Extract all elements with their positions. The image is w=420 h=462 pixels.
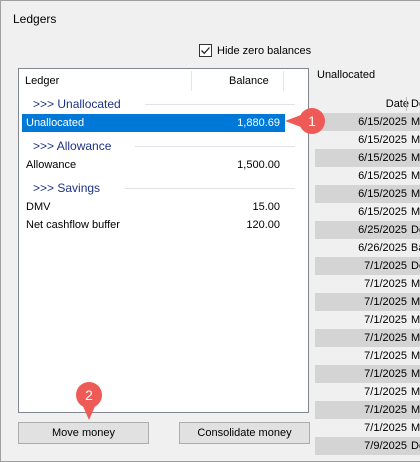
transaction-description: De	[411, 260, 420, 272]
transaction-date: 6/15/2025	[358, 170, 407, 182]
transaction-row[interactable]: 7/1/2025 Mo	[315, 275, 420, 293]
transaction-date: 7/1/2025	[364, 422, 407, 434]
ledger-row-unallocated[interactable]: Unallocated 1,880.69	[22, 114, 285, 132]
transaction-row[interactable]: 6/26/2025 Ba	[315, 239, 420, 257]
transaction-date: 7/1/2025	[364, 404, 407, 416]
transaction-date: 7/1/2025	[364, 260, 407, 272]
ledger-row-balance: 15.00	[252, 201, 280, 213]
ledger-row-balance: 1,880.69	[237, 117, 280, 129]
transaction-description: Mo	[411, 368, 420, 380]
transaction-date: 7/1/2025	[364, 350, 407, 362]
selected-ledger-label: Unallocated	[317, 69, 376, 81]
callout-badge-2: 2	[76, 382, 102, 408]
ledger-row-balance: 120.00	[246, 219, 280, 231]
transaction-row[interactable]: 7/1/2025 Mo	[315, 365, 420, 383]
checkmark-icon	[201, 47, 210, 55]
group-label: >>> Savings	[33, 181, 101, 195]
transaction-description: De	[411, 224, 420, 236]
group-divider	[145, 104, 295, 105]
group-divider	[135, 146, 295, 147]
transaction-date: 7/1/2025	[364, 296, 407, 308]
transaction-description: Mo	[411, 152, 420, 164]
column-header-description[interactable]: De	[411, 98, 420, 110]
transaction-description: Mo	[411, 314, 420, 326]
transaction-description: Mo	[411, 332, 420, 344]
hide-zero-balances-option[interactable]: Hide zero balances	[199, 44, 311, 57]
callout-badge-1: 1	[299, 108, 325, 134]
column-separator[interactable]	[406, 97, 407, 111]
transaction-row[interactable]: 6/15/2025 Mo	[315, 185, 420, 203]
transaction-date: 6/15/2025	[358, 152, 407, 164]
ledger-row-name: Net cashflow buffer	[26, 219, 120, 231]
transaction-row[interactable]: 6/15/2025 Mo	[315, 203, 420, 221]
transaction-row[interactable]: 7/1/2025 Mo	[315, 383, 420, 401]
transaction-date: 6/15/2025	[358, 206, 407, 218]
transaction-description: Mo	[411, 116, 420, 128]
transaction-row[interactable]: 7/1/2025 Mo	[315, 401, 420, 419]
column-header-ledger[interactable]: Ledger	[25, 75, 59, 87]
transaction-description: Mo	[411, 422, 420, 434]
column-header-balance[interactable]: Balance	[229, 75, 269, 87]
transaction-date: 6/15/2025	[358, 116, 407, 128]
transaction-row[interactable]: 6/25/2025 De	[315, 221, 420, 239]
transaction-description: Mo	[411, 278, 420, 290]
transaction-description: Mo	[411, 296, 420, 308]
transaction-row[interactable]: 6/15/2025 Mo	[315, 113, 420, 131]
transaction-date: 7/1/2025	[364, 332, 407, 344]
hide-zero-balances-checkbox[interactable]	[199, 44, 212, 57]
column-separator[interactable]	[283, 71, 284, 91]
transaction-row[interactable]: 7/1/2025 Mo	[315, 329, 420, 347]
transaction-date: 7/1/2025	[364, 278, 407, 290]
consolidate-money-button[interactable]: Consolidate money	[179, 422, 310, 444]
hide-zero-balances-label[interactable]: Hide zero balances	[217, 45, 311, 57]
transaction-row[interactable]: 7/1/2025 Mo	[315, 419, 420, 437]
transaction-row[interactable]: 6/15/2025 Mo	[315, 167, 420, 185]
ledger-row-allowance[interactable]: Allowance 1,500.00	[22, 156, 285, 174]
transaction-description: Mo	[411, 386, 420, 398]
transaction-row[interactable]: 7/1/2025 De	[315, 257, 420, 275]
transaction-description: Mo	[411, 134, 420, 146]
move-money-button[interactable]: Move money	[18, 422, 149, 444]
ledger-row-net-cashflow-buffer[interactable]: Net cashflow buffer 120.00	[22, 216, 285, 234]
transaction-description: Mo	[411, 170, 420, 182]
transactions-header: Date De	[315, 95, 420, 112]
ledger-row-name: DMV	[26, 201, 51, 213]
ledger-row-name: Unallocated	[26, 117, 85, 129]
transaction-description: Mo	[411, 350, 420, 362]
transaction-description: Mo	[411, 206, 420, 218]
transaction-description: De	[411, 440, 420, 452]
transaction-date: 7/1/2025	[364, 314, 407, 326]
transaction-row[interactable]: 7/1/2025 Mo	[315, 293, 420, 311]
transaction-row[interactable]: 7/1/2025 Mo	[315, 347, 420, 365]
transaction-date: 7/1/2025	[364, 368, 407, 380]
ledger-row-balance: 1,500.00	[237, 159, 280, 171]
transaction-description: Ba	[411, 242, 420, 254]
transaction-description: Mo	[411, 188, 420, 200]
column-separator[interactable]	[191, 71, 192, 91]
transaction-date: 6/15/2025	[358, 188, 407, 200]
ledger-row-name: Allowance	[26, 159, 77, 171]
transaction-date: 6/15/2025	[358, 134, 407, 146]
ledger-list[interactable]: Ledger Balance >>> Unallocated Unallocat…	[18, 68, 309, 413]
transaction-date: 6/25/2025	[358, 224, 407, 236]
group-divider	[125, 188, 295, 189]
transaction-date: 7/1/2025	[364, 386, 407, 398]
transaction-date: 7/9/2025	[364, 440, 407, 452]
ledger-list-header: Ledger Balance	[19, 69, 308, 93]
group-header-savings: >>> Savings	[33, 180, 295, 196]
transaction-description: Mo	[411, 404, 420, 416]
group-header-allowance: >>> Allowance	[33, 138, 295, 154]
transaction-date: 6/26/2025	[358, 242, 407, 254]
transaction-row[interactable]: 6/15/2025 Mo	[315, 131, 420, 149]
ledgers-window: Ledgers Hide zero balances Ledger Balanc…	[0, 0, 420, 462]
group-header-unallocated: >>> Unallocated	[33, 96, 295, 112]
group-label: >>> Unallocated	[33, 97, 121, 111]
group-label: >>> Allowance	[33, 139, 112, 153]
transaction-row[interactable]: 7/9/2025 De	[315, 437, 420, 455]
transaction-row[interactable]: 7/1/2025 Mo	[315, 311, 420, 329]
window-title: Ledgers	[13, 12, 57, 26]
ledger-row-dmv[interactable]: DMV 15.00	[22, 198, 285, 216]
transaction-row[interactable]: 6/15/2025 Mo	[315, 149, 420, 167]
